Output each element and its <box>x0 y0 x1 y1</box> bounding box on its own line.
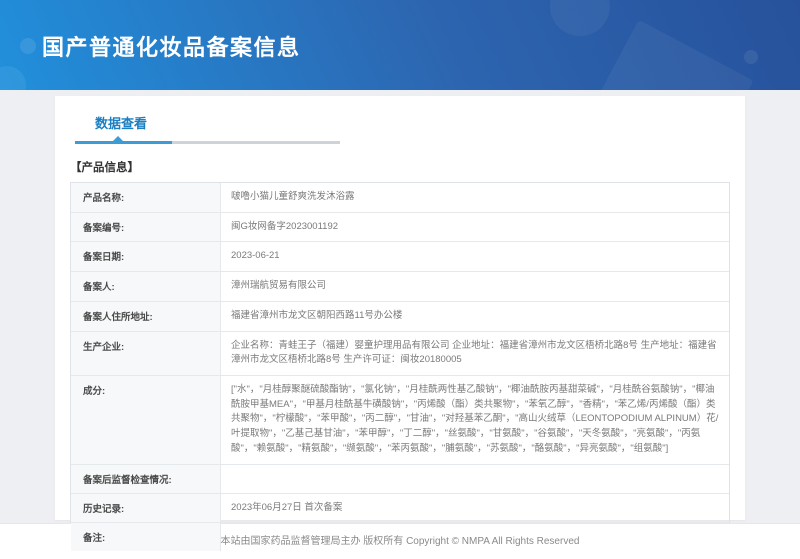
row-label: 备案人: <box>71 272 221 301</box>
table-row: 产品名称:啵噜小猫儿童舒爽洗发沐浴露 <box>71 183 729 213</box>
content-area: 数据查看 【产品信息】 产品名称:啵噜小猫儿童舒爽洗发沐浴露备案编号:闽G妆网备… <box>0 90 800 523</box>
row-value <box>221 465 729 493</box>
table-row: 历史记录:2023年06月27日 首次备案 <box>71 494 729 524</box>
row-label: 备案后监督检查情况: <box>71 465 221 493</box>
table-row: 备案日期:2023-06-21 <box>71 242 729 272</box>
row-label: 成分: <box>71 376 221 464</box>
row-value: ["水"，"月桂醇聚醚硫酸酯钠"，"氯化钠"，"月桂酰两性基乙酸钠"，"椰油酰胺… <box>221 376 729 464</box>
row-value: 2023年06月27日 首次备案 <box>221 494 729 523</box>
decorative-circle <box>550 0 610 36</box>
row-label: 产品名称: <box>71 183 221 212</box>
row-value: 2023-06-21 <box>221 242 729 271</box>
page-header: 国产普通化妆品备案信息 <box>0 0 800 90</box>
row-value: 闽G妆网备字2023001192 <box>221 213 729 242</box>
table-row: 备案人:漳州瑞航贸易有限公司 <box>71 272 729 302</box>
decorative-circle <box>744 50 758 64</box>
main-card: 数据查看 【产品信息】 产品名称:啵噜小猫儿童舒爽洗发沐浴露备案编号:闽G妆网备… <box>55 96 745 520</box>
row-label: 备注: <box>71 523 221 551</box>
tab-active-indicator <box>75 141 172 144</box>
decorative-circle <box>0 66 26 90</box>
table-row: 备案人住所地址:福建省漳州市龙文区朝阳西路11号办公楼 <box>71 302 729 332</box>
row-value: 企业名称：青蛙王子（福建）婴童护理用品有限公司 企业地址：福建省漳州市龙文区梧桥… <box>221 332 729 375</box>
table-row: 备案后监督检查情况: <box>71 465 729 494</box>
section-product-info-title: 【产品信息】 <box>70 159 730 175</box>
tab-arrow-icon <box>113 136 123 141</box>
table-row: 备案编号:闽G妆网备字2023001192 <box>71 213 729 243</box>
tab-bar: 数据查看 <box>70 96 730 144</box>
table-row: 生产企业:企业名称：青蛙王子（福建）婴童护理用品有限公司 企业地址：福建省漳州市… <box>71 332 729 376</box>
row-value: 福建省漳州市龙文区朝阳西路11号办公楼 <box>221 302 729 331</box>
row-value: 漳州瑞航贸易有限公司 <box>221 272 729 301</box>
row-label: 备案编号: <box>71 213 221 242</box>
decorative-shape <box>596 20 753 90</box>
row-label: 备案日期: <box>71 242 221 271</box>
page-title: 国产普通化妆品备案信息 <box>42 30 301 62</box>
tab-underline <box>75 141 340 144</box>
row-value: 啵噜小猫儿童舒爽洗发沐浴露 <box>221 183 729 212</box>
table-row: 成分:["水"，"月桂醇聚醚硫酸酯钠"，"氯化钠"，"月桂酰两性基乙酸钠"，"椰… <box>71 376 729 465</box>
row-label: 生产企业: <box>71 332 221 375</box>
decorative-circle <box>20 38 36 54</box>
row-label: 历史记录: <box>71 494 221 523</box>
row-label: 备案人住所地址: <box>71 302 221 331</box>
product-info-table: 产品名称:啵噜小猫儿童舒爽洗发沐浴露备案编号:闽G妆网备字2023001192备… <box>70 182 730 552</box>
